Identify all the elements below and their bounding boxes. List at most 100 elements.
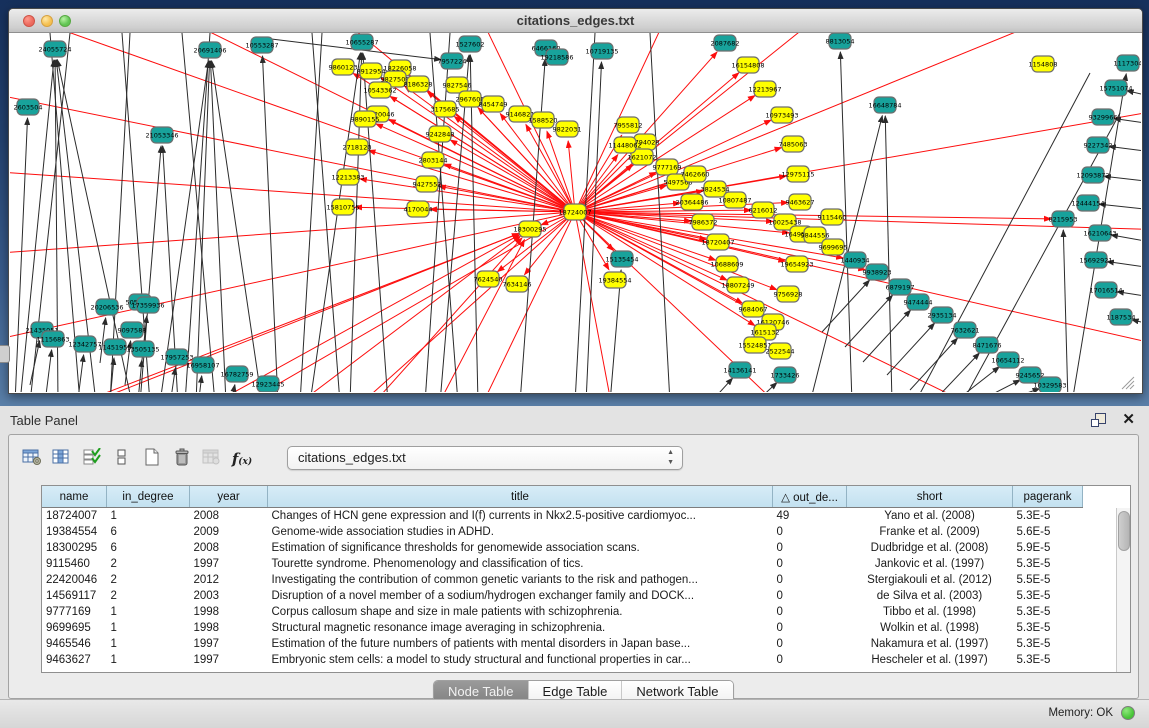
graph-node[interactable]: 2718120	[343, 139, 372, 155]
table-vertical-scrollbar[interactable]	[1116, 508, 1130, 672]
column-header-short[interactable]: short	[847, 486, 1013, 508]
graph-node[interactable]: 8454749	[479, 96, 508, 112]
table-row[interactable]: 911546021997Tourette syndrome. Phenomeno…	[42, 556, 1083, 572]
table-row[interactable]: 1456911722003Disruption of a novel membe…	[42, 588, 1083, 604]
graph-node[interactable]: 9227342	[1084, 137, 1113, 153]
graph-node[interactable]: 8186328	[404, 76, 433, 92]
table-row[interactable]: 977716911998Corpus callosum shape and si…	[42, 604, 1083, 620]
graph-node[interactable]: 7462660	[681, 166, 710, 182]
column-header-title[interactable]: title	[268, 486, 773, 508]
delete-table-icon[interactable]	[170, 446, 194, 472]
graph-node[interactable]: 18300295	[513, 221, 546, 237]
network-canvas[interactable]: 2405572420691406105532871065528715276026…	[10, 33, 1141, 392]
graph-node[interactable]: 9427552	[413, 176, 442, 192]
graph-node[interactable]: 7624540	[474, 271, 503, 287]
graph-node[interactable]: 12213383	[331, 169, 364, 185]
graph-node[interactable]: 10719135	[585, 43, 618, 59]
row-height-icon[interactable]	[110, 446, 134, 472]
window-titlebar[interactable]: citations_edges.txt	[9, 9, 1142, 33]
graph-node[interactable]: 10655287	[345, 34, 378, 50]
graph-node[interactable]: 1440934	[841, 252, 870, 268]
show-columns-icon[interactable]	[50, 446, 74, 472]
graph-node[interactable]: 2522544	[766, 343, 795, 359]
table-row[interactable]: 1938455462009Genome-wide association stu…	[42, 524, 1083, 540]
graph-node[interactable]: 20691406	[193, 42, 226, 58]
table-row[interactable]: 969969511998Structural magnetic resonanc…	[42, 620, 1083, 636]
network-window[interactable]: citations_edges.txt 24055724206914061055…	[8, 8, 1143, 394]
graph-node[interactable]: 15692921	[1079, 252, 1112, 268]
graph-node[interactable]: 9329966	[1089, 109, 1118, 125]
graph-node[interactable]: 16648784	[868, 97, 901, 113]
graph-node[interactable]: 16154808	[731, 57, 764, 73]
new-table-icon[interactable]	[140, 446, 164, 472]
graph-node[interactable]: 10654112	[991, 352, 1024, 368]
graph-node[interactable]: 17016514	[1089, 282, 1122, 298]
graph-node[interactable]: 6216012	[749, 202, 778, 218]
graph-node[interactable]: 1733426	[771, 367, 800, 383]
graph-node[interactable]: 15751074	[1099, 80, 1132, 96]
graph-node[interactable]: 15135454	[605, 251, 638, 267]
table-row[interactable]: 946554611997Estimation of the future num…	[42, 636, 1083, 652]
graph-node[interactable]: 7634146	[503, 276, 532, 292]
scrollbar-thumb[interactable]	[1118, 511, 1130, 551]
graph-node[interactable]: 2603504	[14, 99, 43, 115]
graph-node[interactable]: 7632621	[951, 322, 980, 338]
graph-node[interactable]: 9463627	[786, 194, 815, 210]
table-settings-icon[interactable]	[20, 446, 44, 472]
table-row[interactable]: 2242004622012Investigating the contribut…	[42, 572, 1083, 588]
graph-node[interactable]: 8215953	[1049, 211, 1078, 227]
graph-node[interactable]: 10688609	[710, 256, 743, 272]
graph-node[interactable]: 9938923	[863, 264, 892, 280]
graph-node[interactable]: 6879197	[886, 279, 915, 295]
graph-node[interactable]: 9699695	[819, 239, 848, 255]
panel-collapse-handle[interactable]	[0, 345, 10, 363]
graph-node[interactable]: 4170044	[404, 201, 433, 217]
graph-node[interactable]: 1154808	[1029, 56, 1058, 72]
graph-node[interactable]: 9242848	[426, 126, 455, 142]
graph-node[interactable]: 2935134	[928, 307, 957, 323]
graph-node[interactable]: 9756928	[774, 286, 803, 302]
graph-node[interactable]: 15810755	[326, 199, 359, 215]
graph-node[interactable]: 9890155	[351, 111, 380, 127]
select-columns-icon[interactable]	[80, 446, 104, 472]
graph-node[interactable]: 24055724	[38, 41, 71, 57]
graph-node[interactable]: 12923445	[251, 376, 284, 392]
graph-node[interactable]: 12213967	[748, 81, 781, 97]
graph-node[interactable]: 21053346	[145, 127, 178, 143]
column-header-indeg[interactable]: in_degree	[107, 486, 190, 508]
graph-node[interactable]: 1527602	[456, 36, 485, 52]
column-header-page[interactable]: pagerank	[1013, 486, 1083, 508]
column-header-name[interactable]: name	[42, 486, 107, 508]
graph-node[interactable]: 1187534	[1107, 309, 1136, 325]
graph-node[interactable]: 9115460	[818, 209, 847, 225]
graph-node[interactable]: 12975115	[781, 166, 814, 182]
window-resize-grip[interactable]	[1122, 377, 1134, 389]
graph-node[interactable]: 9097588	[118, 322, 147, 338]
table-row[interactable]: 1830029562008Estimation of significance …	[42, 540, 1083, 556]
graph-node[interactable]: 12342757	[68, 336, 101, 352]
graph-node[interactable]: 7955812	[614, 117, 643, 133]
float-panel-icon[interactable]	[1091, 412, 1107, 428]
table-row[interactable]: 946362711997Embryonic stem cells: a mode…	[42, 652, 1083, 668]
graph-node[interactable]: 1117304	[1114, 55, 1141, 71]
column-header-out[interactable]: △ out_de...	[773, 486, 847, 508]
graph-node[interactable]: 9684067	[739, 301, 768, 317]
graph-node[interactable]: 9822031	[553, 121, 582, 137]
graph-node[interactable]: 8471676	[973, 337, 1002, 353]
graph-node[interactable]: 2087682	[711, 35, 740, 51]
table-select-dropdown[interactable]: citations_edges.txt ▲▼	[287, 446, 683, 470]
function-builder-icon[interactable]: f(x)	[230, 446, 254, 472]
graph-node[interactable]: 2803144	[419, 152, 448, 168]
graph-node[interactable]: 12093872	[1076, 167, 1109, 183]
column-header-year[interactable]: year	[190, 486, 268, 508]
graph-node[interactable]: 9777169	[653, 159, 682, 175]
graph-node[interactable]: 7957224	[438, 53, 467, 69]
graph-node[interactable]: 3175685	[431, 101, 460, 117]
graph-node[interactable]: 19384554	[598, 272, 631, 288]
close-panel-icon[interactable]: ✕	[1122, 410, 1135, 428]
graph-node[interactable]: 9474444	[904, 294, 933, 310]
graph-node[interactable]: 9860123	[329, 59, 358, 75]
graph-node[interactable]: 7986372	[689, 214, 718, 230]
table-row[interactable]: 1872400712008Changes of HCN gene express…	[42, 508, 1083, 525]
graph-node[interactable]: 12444154	[1071, 195, 1104, 211]
